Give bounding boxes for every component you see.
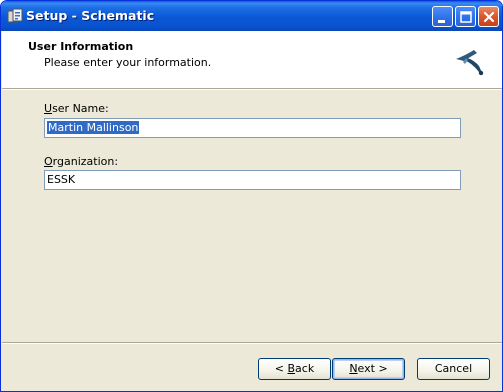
minimize-icon <box>438 20 445 23</box>
user-name-value: Martin Mallinson <box>47 121 140 134</box>
window-title: Setup - Schematic <box>26 8 155 23</box>
user-name-label: User Name: <box>44 102 109 115</box>
maximize-icon <box>460 11 472 23</box>
schematic-logo-icon <box>452 42 488 78</box>
back-button[interactable]: < Back <box>258 358 331 380</box>
close-icon <box>483 11 495 23</box>
setup-app-icon[interactable] <box>7 8 23 24</box>
page-title: User Information <box>28 40 134 53</box>
organization-label: Organization: <box>44 155 119 168</box>
next-button[interactable]: Next > <box>332 358 405 380</box>
close-button[interactable] <box>478 6 499 27</box>
title-bar[interactable]: Setup - Schematic <box>1 1 502 31</box>
minimize-button[interactable] <box>432 6 453 27</box>
maximize-button[interactable] <box>455 6 476 27</box>
user-name-field[interactable]: Martin Mallinson <box>44 118 461 138</box>
footer-divider <box>2 342 502 344</box>
setup-window: Setup - Schematic User Information Pleas… <box>0 0 503 392</box>
cancel-button[interactable]: Cancel <box>417 358 490 380</box>
organization-value: ESSK <box>47 173 76 186</box>
wizard-header: User Information Please enter your infor… <box>2 31 502 88</box>
organization-field[interactable]: ESSK <box>44 170 461 190</box>
header-divider <box>2 88 502 90</box>
page-subtitle: Please enter your information. <box>44 56 212 69</box>
